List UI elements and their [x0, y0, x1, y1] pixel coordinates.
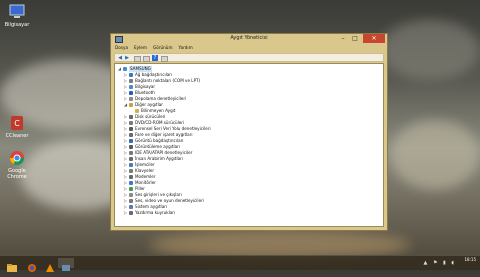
menu-action[interactable]: Eylem — [134, 45, 147, 52]
device-category-icon — [129, 211, 133, 215]
maximize-button[interactable]: □ — [349, 34, 361, 43]
svg-text:C: C — [14, 119, 20, 128]
device-category-icon — [129, 73, 133, 77]
device-category-icon — [129, 115, 133, 119]
taskbar-firefox-button[interactable] — [24, 258, 40, 272]
device-category-icon — [129, 187, 133, 191]
desktop-icon-computer[interactable]: Bilgisayar — [2, 4, 32, 28]
ccleaner-icon: C — [8, 115, 26, 131]
device-category-icon — [129, 79, 133, 83]
device-category-icon — [129, 133, 133, 137]
desktop-icon-label: Google Chrome — [7, 168, 27, 180]
menu-file[interactable]: Dosya — [115, 45, 128, 52]
computer-icon — [8, 4, 26, 20]
device-tree-panel: ◢ SAMSUNG ▷ Ağ bağdaştırıcıları ▷ Bağlantı … — [114, 63, 384, 227]
clock-time: 18:15 — [464, 257, 476, 262]
desktop-icon-label: Bilgisayar — [4, 22, 30, 28]
device-category-icon — [129, 103, 133, 107]
device-category-icon — [129, 121, 133, 125]
scan-hardware-icon[interactable] — [161, 56, 168, 62]
show-hide-console-icon[interactable] — [143, 56, 150, 62]
device-category-icon — [129, 157, 133, 161]
collapse-arrow-icon[interactable]: ◢ — [124, 102, 128, 108]
device-category-icon — [129, 199, 133, 203]
forward-arrow-icon[interactable]: ▶ — [124, 55, 130, 61]
device-category-icon — [129, 175, 133, 179]
device-category-icon — [129, 127, 133, 131]
expand-arrow-icon[interactable]: ▷ — [124, 210, 128, 216]
taskbar-device-manager-button[interactable] — [58, 258, 74, 271]
device-manager-window: Aygıt Yöneticisi – □ ✕ Dosya Eylem Görün… — [110, 33, 388, 231]
desktop-icon-ccleaner[interactable]: C CCleaner — [2, 115, 32, 139]
back-arrow-icon[interactable]: ◀ — [117, 55, 123, 61]
device-category-icon — [129, 85, 133, 89]
menu-view[interactable]: Görünüm — [153, 45, 173, 52]
system-tray-icons[interactable]: ▲ ⚑ ▮ ◖ — [424, 260, 456, 266]
menu-bar: Dosya Eylem Görünüm Yardım — [114, 45, 193, 52]
taskbar: ▲ ⚑ ▮ ◖ 18:15 — [0, 255, 480, 272]
taskbar-explorer-button[interactable] — [4, 258, 20, 272]
device-category-icon — [129, 145, 133, 149]
device-category-icon — [129, 181, 133, 185]
menu-help[interactable]: Yardım — [179, 45, 193, 52]
clock[interactable]: 18:15 — [464, 257, 476, 262]
toolbar: ◀ ▶ ? — [114, 53, 384, 62]
desktop-icon-chrome[interactable]: Google Chrome — [2, 150, 32, 180]
minimize-button[interactable]: – — [337, 34, 349, 43]
device-category-icon — [129, 139, 133, 143]
title-bar[interactable]: Aygıt Yöneticisi – □ ✕ — [111, 34, 387, 44]
tree-item-label: Yazdırma kuyrukları — [135, 210, 176, 215]
vlc-icon — [46, 264, 54, 272]
device-category-icon — [129, 151, 133, 155]
device-category-icon — [129, 169, 133, 173]
device-category-icon — [129, 205, 133, 209]
device-category-icon — [135, 109, 139, 113]
folder-icon — [7, 264, 17, 272]
close-button[interactable]: ✕ — [363, 34, 385, 43]
collapse-arrow-icon[interactable]: ◢ — [118, 66, 122, 72]
properties-icon[interactable] — [134, 56, 141, 62]
computer-icon — [123, 67, 127, 71]
firefox-icon — [28, 264, 36, 272]
help-icon[interactable]: ? — [152, 55, 158, 61]
device-manager-icon — [62, 265, 70, 271]
device-category-icon — [129, 91, 133, 95]
device-category-icon — [129, 97, 133, 101]
cloud-shape — [390, 120, 480, 190]
device-category-icon — [129, 193, 133, 197]
chrome-icon — [8, 150, 26, 166]
taskbar-vlc-button[interactable] — [42, 258, 58, 272]
cloud-shape — [380, 20, 480, 80]
device-category-icon — [129, 163, 133, 167]
desktop-icon-label: CCleaner — [5, 133, 29, 139]
